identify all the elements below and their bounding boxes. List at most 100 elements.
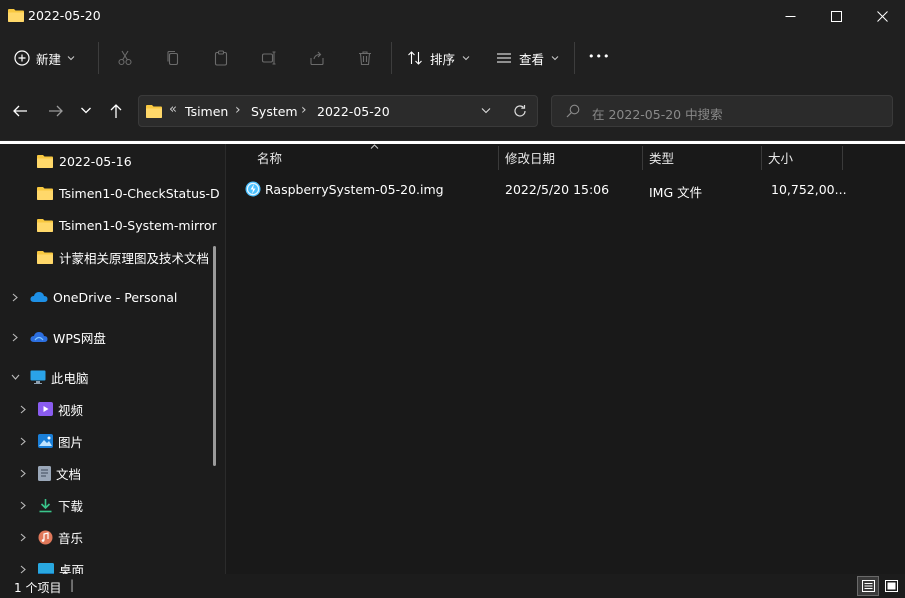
nav-desktop[interactable]: 桌面 — [16, 555, 84, 574]
breadcrumb-separator[interactable]: › — [301, 102, 307, 118]
chevron-right-icon[interactable] — [16, 437, 30, 446]
chevron-right-icon[interactable] — [16, 533, 30, 542]
nav-folder-label: 计蒙相关原理图及技术文档 — [59, 250, 210, 266]
refresh-icon — [513, 104, 527, 118]
column-header-modified[interactable]: 修改日期 — [505, 144, 555, 171]
column-header-size[interactable]: 大小 — [768, 144, 793, 171]
nav-onedrive[interactable]: OneDrive - Personal — [8, 283, 177, 311]
nav-scrollbar[interactable] — [213, 246, 216, 466]
folder-icon — [37, 218, 53, 232]
arrow-left-icon — [12, 103, 28, 119]
search-icon — [566, 104, 580, 118]
view-label: 查看 — [519, 51, 545, 67]
delete-button[interactable] — [351, 44, 379, 72]
forward-button[interactable] — [48, 103, 64, 119]
sort-indicator-icon — [370, 144, 379, 149]
column-header-type[interactable]: 类型 — [649, 144, 674, 171]
file-size: 10,752,00... — [771, 182, 847, 197]
rename-button[interactable] — [255, 44, 283, 72]
nav-documents[interactable]: 文档 — [16, 459, 81, 487]
nav-pictures[interactable]: 图片 — [16, 427, 83, 455]
address-dropdown-button[interactable] — [481, 107, 491, 114]
trash-icon — [357, 50, 373, 66]
breadcrumb-2022-05-20[interactable]: 2022-05-20 — [317, 104, 390, 119]
nav-this-pc-label: 此电脑 — [51, 370, 89, 386]
window-title: 2022-05-20 — [28, 8, 101, 23]
chevron-right-icon[interactable] — [8, 293, 22, 302]
add-icon — [14, 50, 30, 66]
column-header-name[interactable]: 名称 — [257, 144, 282, 171]
arrow-right-icon — [48, 103, 64, 119]
breadcrumb-system[interactable]: System — [251, 104, 298, 119]
nav-wps-label: WPS网盘 — [53, 330, 106, 346]
status-bar: 1 个项目 | — [0, 574, 905, 598]
share-button[interactable] — [303, 44, 331, 72]
address-bar[interactable]: « Tsimen › System › 2022-05-20 — [138, 95, 538, 127]
folder-icon — [37, 154, 53, 168]
recent-locations-button[interactable] — [80, 106, 92, 115]
toolbar-divider — [98, 42, 99, 74]
cut-button[interactable] — [111, 44, 139, 72]
nav-item-label: 文档 — [56, 466, 82, 482]
refresh-button[interactable] — [513, 104, 527, 118]
sort-button[interactable]: 排序 — [407, 44, 470, 72]
large-icons-view-icon — [884, 580, 898, 592]
nav-music[interactable]: 音乐 — [16, 523, 83, 551]
column-divider[interactable] — [642, 146, 643, 170]
column-divider[interactable] — [498, 146, 499, 170]
minimize-button[interactable] — [767, 0, 813, 32]
chevron-right-icon[interactable] — [16, 501, 30, 510]
wps-cloud-icon — [30, 331, 48, 343]
column-modified-label: 修改日期 — [505, 151, 556, 166]
nav-this-pc[interactable]: 此电脑 — [8, 363, 89, 391]
file-type: IMG 文件 — [649, 185, 703, 200]
column-divider[interactable] — [761, 146, 762, 170]
column-divider[interactable] — [842, 146, 843, 170]
breadcrumb-overflow[interactable]: « — [169, 102, 177, 117]
nav-folder-system-mirror[interactable]: Tsimen1-0-System-mirror — [37, 211, 217, 239]
nav-item-label: 图片 — [58, 434, 84, 450]
nav-folder-checkstatus[interactable]: Tsimen1-0-CheckStatus-D — [37, 179, 220, 207]
nav-folder-label: 2022-05-16 — [59, 153, 132, 169]
nav-folder-label: Tsimen1-0-CheckStatus-D — [59, 185, 220, 201]
up-button[interactable] — [108, 103, 124, 119]
nav-wps[interactable]: WPS网盘 — [8, 323, 106, 351]
search-placeholder: 在 2022-05-20 中搜索 — [592, 107, 723, 122]
desktop-icon — [38, 562, 54, 574]
folder-icon — [37, 250, 53, 264]
toolbar-divider — [574, 42, 575, 74]
chevron-right-icon[interactable] — [16, 405, 30, 414]
breadcrumb-tsimen[interactable]: Tsimen — [185, 104, 228, 119]
nav-folder-label: Tsimen1-0-System-mirror — [59, 217, 217, 233]
nav-folder-2022-05-16[interactable]: 2022-05-16 — [37, 147, 132, 175]
breadcrumb-separator[interactable]: › — [235, 102, 241, 118]
clipboard-icon — [213, 50, 229, 66]
large-icons-view-button[interactable] — [880, 576, 902, 596]
view-button[interactable]: 查看 — [496, 44, 559, 72]
download-icon — [38, 498, 53, 513]
chevron-down-icon[interactable] — [8, 374, 22, 380]
back-button[interactable] — [12, 103, 28, 119]
command-bar: 新建 排序 查看 ••• — [0, 32, 905, 84]
chevron-right-icon[interactable] — [16, 469, 30, 478]
paste-button[interactable] — [207, 44, 235, 72]
copy-button[interactable] — [159, 44, 187, 72]
nav-downloads[interactable]: 下载 — [16, 491, 83, 519]
close-button[interactable] — [859, 0, 905, 32]
copy-icon — [165, 50, 181, 66]
folder-icon — [37, 186, 53, 200]
nav-videos[interactable]: 视频 — [16, 395, 83, 423]
status-divider: | — [70, 578, 75, 592]
maximize-button[interactable] — [813, 0, 859, 32]
file-row[interactable]: RaspberrySystem-05-20.img 2022/5/20 15:0… — [240, 176, 890, 204]
picture-icon — [38, 434, 53, 448]
search-box[interactable]: 在 2022-05-20 中搜索 — [551, 95, 893, 127]
more-options-button[interactable]: ••• — [588, 50, 610, 63]
details-view-button[interactable] — [857, 576, 879, 596]
chevron-right-icon[interactable] — [8, 333, 22, 342]
cloud-icon — [30, 291, 48, 303]
chevron-right-icon[interactable] — [16, 565, 30, 574]
view-lines-icon — [496, 50, 512, 66]
new-button[interactable]: 新建 — [14, 44, 75, 72]
nav-folder-docs[interactable]: 计蒙相关原理图及技术文档 — [37, 243, 209, 271]
